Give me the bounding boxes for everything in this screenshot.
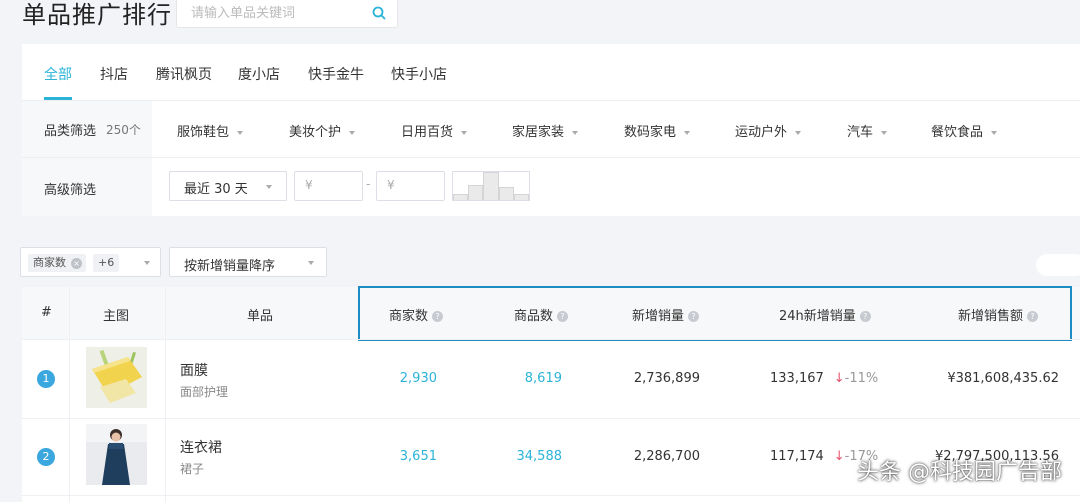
dress-thumbnail bbox=[86, 424, 147, 485]
tab-kuaishou-store[interactable]: 快手小店 bbox=[391, 64, 447, 84]
category-sports[interactable]: 运动户外 bbox=[735, 121, 802, 140]
chevron-down-icon bbox=[881, 130, 888, 135]
category-food[interactable]: 餐饮食品 bbox=[931, 121, 998, 140]
scroll-hint bbox=[1036, 254, 1080, 276]
filter-panel: 全部 抖店 腾讯枫页 度小店 快手金牛 快手小店 品类筛选 250个 服饰鞋包 … bbox=[22, 44, 1080, 216]
change-percent: -11% bbox=[844, 371, 879, 386]
column-divider bbox=[165, 287, 166, 502]
search-box[interactable] bbox=[176, 0, 398, 28]
sort-select[interactable]: 按新增销量降序 bbox=[169, 247, 327, 277]
page-title: 单品推广排行 bbox=[22, 1, 172, 29]
product-name[interactable]: 连衣裙 bbox=[180, 437, 222, 457]
chevron-down-icon bbox=[572, 130, 579, 135]
chevron-down-icon bbox=[308, 261, 314, 265]
header-rank: # bbox=[41, 305, 52, 320]
histogram-bar bbox=[468, 185, 484, 200]
column-divider bbox=[69, 287, 70, 502]
rank-badge: 2 bbox=[37, 448, 55, 466]
row-divider bbox=[22, 495, 1080, 496]
row-divider bbox=[22, 418, 1080, 419]
close-icon[interactable]: × bbox=[71, 258, 82, 269]
category-apparel[interactable]: 服饰鞋包 bbox=[177, 121, 244, 140]
more-columns-chip[interactable]: +6 bbox=[93, 254, 120, 272]
merchant-count[interactable]: 2,930 bbox=[400, 371, 437, 386]
item-count[interactable]: 34,588 bbox=[517, 449, 563, 464]
header-image: 主图 bbox=[103, 309, 130, 324]
histogram-bar bbox=[453, 194, 469, 200]
category-electronics[interactable]: 数码家电 bbox=[624, 121, 691, 140]
date-range-select[interactable]: 最近 30 天 bbox=[169, 171, 287, 201]
new-revenue: ¥381,608,435.62 bbox=[947, 371, 1059, 386]
tab-douyin-store[interactable]: 抖店 bbox=[100, 64, 128, 84]
advanced-filter-label: 高级筛选 bbox=[44, 183, 97, 198]
tab-kuaishou-jinniu[interactable]: 快手金牛 bbox=[308, 64, 364, 84]
product-image-face-mask[interactable] bbox=[86, 347, 147, 408]
chevron-down-icon bbox=[266, 185, 272, 189]
price-min-input[interactable]: ¥ bbox=[294, 171, 363, 201]
header-product: 单品 bbox=[247, 309, 274, 324]
chevron-down-icon bbox=[461, 130, 468, 135]
divider bbox=[22, 100, 1080, 101]
search-input[interactable] bbox=[177, 0, 376, 27]
category-daily-goods[interactable]: 日用百货 bbox=[401, 121, 468, 140]
histogram-bar bbox=[498, 187, 514, 200]
row-divider bbox=[22, 339, 1080, 340]
merchant-count[interactable]: 3,651 bbox=[400, 449, 437, 464]
product-category: 裙子 bbox=[180, 462, 205, 476]
price-histogram[interactable] bbox=[452, 171, 530, 201]
product-category: 面部护理 bbox=[180, 385, 229, 399]
new-sales: 2,736,899 bbox=[633, 371, 700, 386]
arrow-down-icon: ↓ bbox=[833, 449, 845, 464]
chevron-down-icon bbox=[991, 130, 998, 135]
product-image-dress[interactable] bbox=[86, 424, 147, 485]
sales-24h: 133,167 ↓-11% bbox=[770, 371, 879, 386]
chevron-down-icon bbox=[684, 130, 691, 135]
filter-label-column bbox=[22, 101, 152, 216]
watermark-text: 头条 @科技园广告部 bbox=[857, 460, 1062, 485]
histogram-bar bbox=[483, 172, 499, 200]
tab-duxiaodian[interactable]: 度小店 bbox=[238, 64, 280, 84]
column-select[interactable]: 商家数 × +6 bbox=[20, 247, 161, 277]
item-count[interactable]: 8,619 bbox=[525, 371, 562, 386]
rank-badge: 1 bbox=[37, 370, 55, 388]
face-mask-thumbnail bbox=[86, 347, 147, 408]
range-dash: - bbox=[366, 177, 371, 191]
new-sales: 2,286,700 bbox=[633, 449, 700, 464]
divider bbox=[22, 157, 1080, 158]
chevron-down-icon bbox=[237, 130, 244, 135]
category-count: 250个 bbox=[106, 123, 141, 137]
tab-all[interactable]: 全部 bbox=[44, 64, 72, 84]
category-auto[interactable]: 汽车 bbox=[847, 121, 888, 140]
category-filter-label: 品类筛选 bbox=[44, 124, 97, 139]
price-max-input[interactable]: ¥ bbox=[376, 171, 445, 201]
highlight-box bbox=[358, 286, 1072, 341]
chevron-down-icon bbox=[144, 261, 150, 265]
tab-tencent-fengye[interactable]: 腾讯枫页 bbox=[156, 64, 212, 84]
product-name[interactable]: 面膜 bbox=[180, 360, 208, 380]
search-icon[interactable] bbox=[371, 5, 387, 21]
category-home[interactable]: 家居家装 bbox=[512, 121, 579, 140]
histogram-bar bbox=[513, 194, 529, 200]
category-beauty[interactable]: 美妆个护 bbox=[289, 121, 356, 140]
column-chip[interactable]: 商家数 × bbox=[28, 254, 86, 272]
chevron-down-icon bbox=[795, 130, 802, 135]
arrow-down-icon: ↓ bbox=[833, 371, 845, 386]
chevron-down-icon bbox=[349, 130, 356, 135]
